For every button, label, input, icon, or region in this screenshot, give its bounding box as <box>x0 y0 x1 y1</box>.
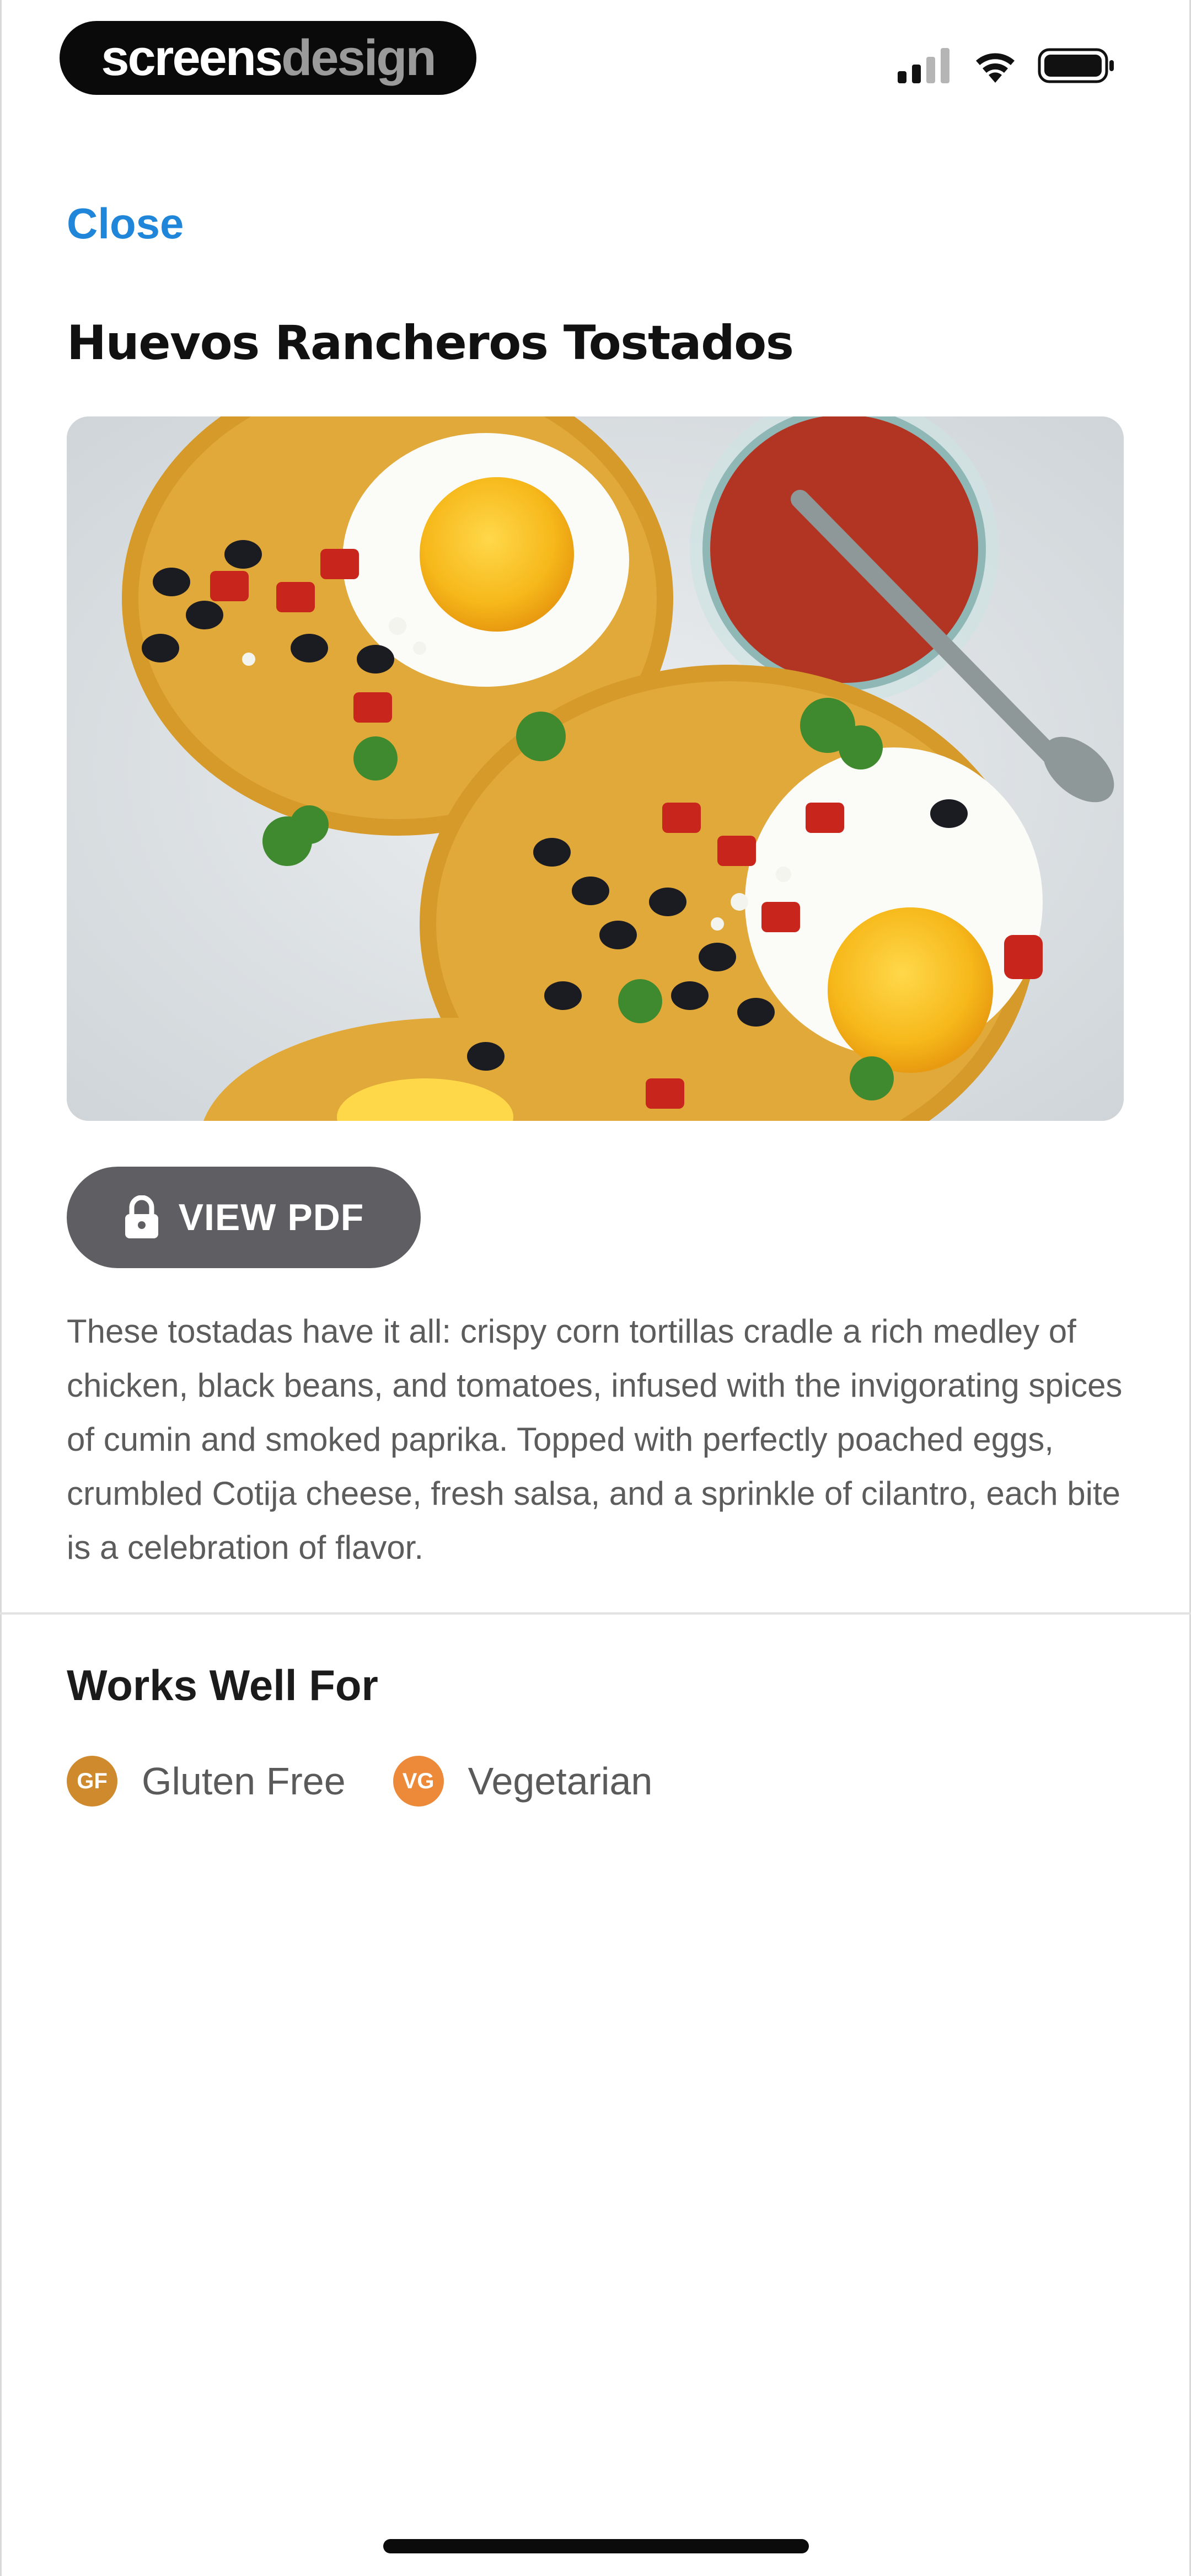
gluten-free-badge-icon: GF <box>67 1756 117 1807</box>
status-icons <box>898 46 1115 85</box>
recipe-image <box>67 416 1124 1121</box>
brand-logo: screens design <box>60 21 476 95</box>
wifi-icon <box>976 53 1015 83</box>
home-indicator[interactable] <box>383 2539 809 2553</box>
tag-label: Vegetarian <box>468 1760 653 1803</box>
diet-tags: GF Gluten Free VG Vegetarian <box>67 1756 700 1807</box>
recipe-photo-illustration <box>67 416 1124 1121</box>
tag-label: Gluten Free <box>142 1760 346 1803</box>
screen-frame <box>0 0 1191 2576</box>
battery-icon <box>1038 48 1114 83</box>
view-pdf-button[interactable]: VIEW PDF <box>67 1167 421 1268</box>
section-divider <box>0 1612 1191 1615</box>
status-bar: screens design <box>0 0 1191 110</box>
brand-logo-part2: design <box>281 29 436 86</box>
recipe-description: These tostadas have it all: crispy corn … <box>67 1313 1123 1566</box>
recipe-title: Huevos Rancheros Tostados <box>67 316 794 371</box>
tag-gluten-free: GF Gluten Free <box>67 1756 346 1807</box>
lock-icon <box>125 1195 158 1238</box>
vegetarian-badge-icon: VG <box>393 1756 444 1807</box>
works-well-for-heading: Works Well For <box>67 1661 378 1709</box>
view-pdf-label: VIEW PDF <box>178 1196 364 1238</box>
tag-vegetarian: VG Vegetarian <box>393 1756 653 1807</box>
brand-logo-part1: screens <box>101 29 283 86</box>
cellular-signal-icon <box>898 48 949 83</box>
close-button[interactable]: Close <box>67 199 184 249</box>
